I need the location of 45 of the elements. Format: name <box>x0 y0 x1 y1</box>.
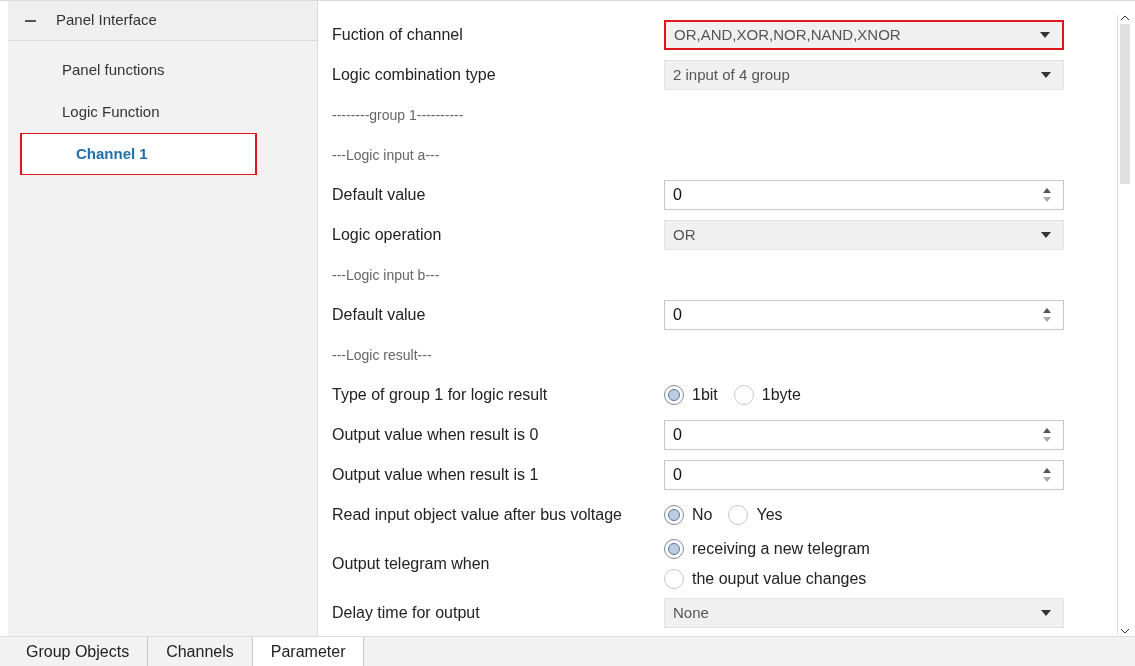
radio-option[interactable]: 1byte <box>733 383 801 407</box>
parameter-label: Output telegram when <box>332 554 491 574</box>
parameter-label: Type of group 1 for logic result <box>332 385 549 405</box>
parameter-label: Delay time for output <box>332 603 481 623</box>
dropdown[interactable]: OR,AND,XOR,NOR,NAND,XNOR <box>664 20 1064 50</box>
spinner-arrows-icon <box>1043 427 1051 443</box>
tree-item[interactable]: Channel 1 <box>20 133 257 175</box>
parameter-label: Read input object value after bus voltage <box>332 505 623 525</box>
bottom-tab[interactable]: Parameter <box>252 637 365 666</box>
dropdown[interactable]: OR <box>664 220 1064 250</box>
number-field[interactable]: 0 <box>664 420 1064 450</box>
parameter-label: Output value when result is 0 <box>332 425 540 445</box>
parameter-label: Logic combination type <box>332 65 497 85</box>
number-field[interactable]: 0 <box>664 180 1064 210</box>
section-heading: ---Logic input a--- <box>332 145 440 165</box>
radio-option[interactable]: 1bit <box>664 383 718 407</box>
dropdown-caret-icon <box>1041 232 1051 238</box>
parameter-label: Default value <box>332 305 427 325</box>
dropdown[interactable]: 2 input of 4 group <box>664 60 1064 90</box>
parameter-label: Logic operation <box>332 225 443 245</box>
dropdown-caret-icon <box>1041 610 1051 616</box>
radio-option[interactable]: Yes <box>728 503 783 527</box>
spinner-arrows-icon <box>1043 307 1051 323</box>
scrollbar[interactable] <box>1117 15 1131 634</box>
spinner-arrows-icon <box>1043 187 1051 203</box>
parameter-label: Default value <box>332 185 427 205</box>
tree-item[interactable]: Logic Function <box>8 91 317 133</box>
tree-item[interactable]: Panel functions <box>8 49 317 91</box>
dropdown-caret-icon <box>1040 32 1050 38</box>
scroll-up-icon[interactable] <box>1120 15 1129 20</box>
number-field[interactable]: 0 <box>664 300 1064 330</box>
spinner-arrows-icon <box>1043 467 1051 483</box>
radio-option[interactable]: the ouput value changes <box>664 567 870 591</box>
section-heading: ---Logic result--- <box>332 345 432 365</box>
scroll-thumb[interactable] <box>1119 24 1130 184</box>
dropdown[interactable]: None <box>664 598 1064 628</box>
section-heading: ---Logic input b--- <box>332 265 440 285</box>
number-field[interactable]: 0 <box>664 460 1064 490</box>
parameter-label: Fuction of channel <box>332 25 464 45</box>
section-heading: --------group 1---------- <box>332 105 464 125</box>
radio-option[interactable]: No <box>664 503 713 527</box>
dropdown-caret-icon <box>1041 72 1051 78</box>
scroll-down-icon[interactable] <box>1120 629 1129 634</box>
parameter-label: Output value when result is 1 <box>332 465 540 485</box>
radio-option[interactable]: receiving a new telegram <box>664 537 870 561</box>
